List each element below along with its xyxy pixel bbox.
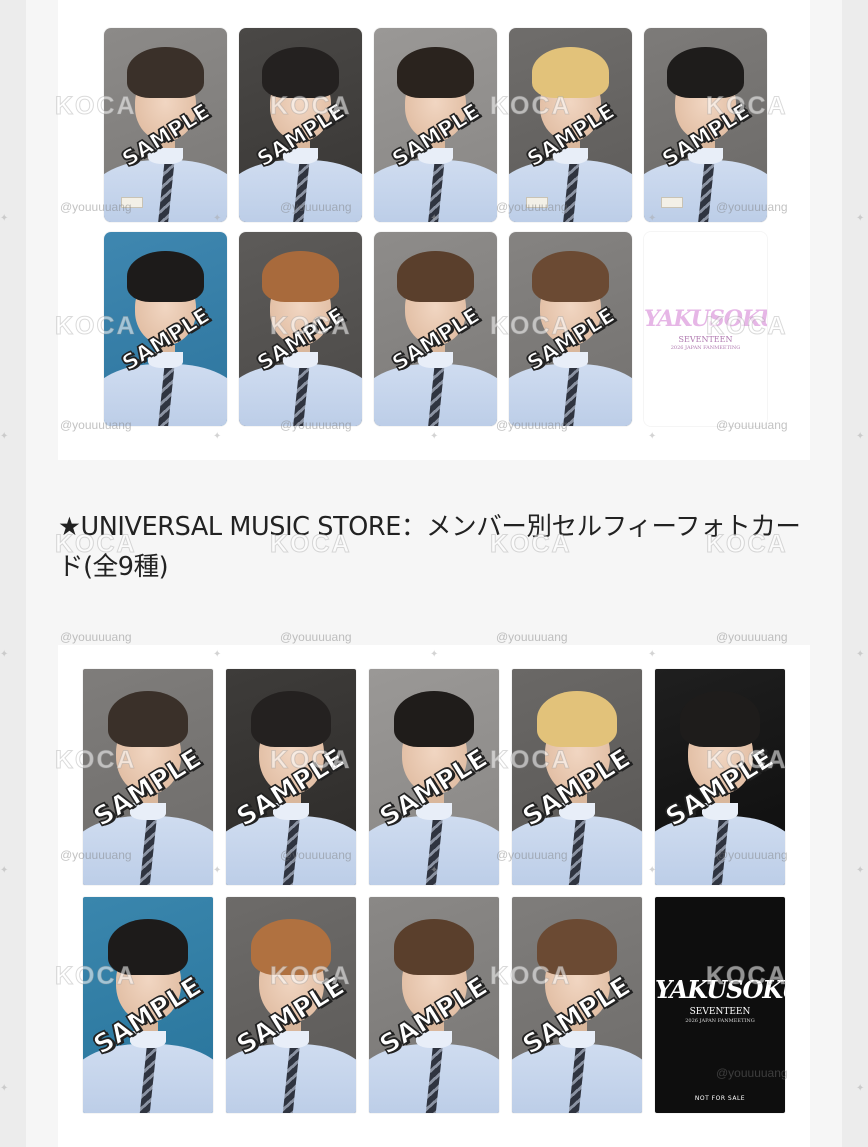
photocard-panel-1: SAMPLE SAMPLE SAMPLE SAMPLE SAMPLE SAMPLE SAMP…: [58, 0, 810, 460]
hair-shape: [127, 251, 204, 302]
hair-shape: [536, 918, 618, 975]
hair-shape: [262, 251, 339, 302]
sparkle-icon: ✦: [856, 1083, 865, 1094]
photocard[interactable]: SAMPLE: [509, 28, 632, 222]
hair-shape: [393, 690, 475, 747]
photocard[interactable]: SAMPLE: [239, 232, 362, 426]
hair-shape: [107, 918, 189, 975]
sparkle-icon: ✦: [856, 431, 865, 442]
hair-shape: [532, 47, 609, 98]
hair-shape: [393, 918, 475, 975]
name-tag: [121, 196, 143, 209]
hair-shape: [127, 47, 204, 98]
logo-title: YAKUSOKU: [655, 974, 785, 1004]
photocard[interactable]: SAMPLE: [239, 28, 362, 222]
logo-group-name: SEVENTEEN: [689, 1007, 751, 1018]
sparkle-icon: ✦: [0, 431, 9, 442]
photocard[interactable]: SAMPLE: [644, 28, 767, 222]
sparkle-icon: ✦: [0, 1083, 9, 1094]
logo-title: YAKUSOKU: [644, 305, 767, 332]
sparkle-icon: ✦: [0, 865, 9, 876]
photocard[interactable]: SAMPLE: [104, 28, 227, 222]
hair-shape: [532, 251, 609, 302]
not-for-sale-label: NOT FOR SALE: [694, 1095, 746, 1103]
photocard[interactable]: SAMPLE: [369, 669, 499, 885]
photocard[interactable]: SAMPLE: [83, 897, 213, 1113]
hair-shape: [397, 251, 474, 302]
photocard[interactable]: SAMPLE: [374, 232, 497, 426]
photocard[interactable]: SAMPLE: [226, 897, 356, 1113]
logo-group-name: SEVENTEEN: [678, 334, 733, 344]
sparkle-icon: ✦: [856, 213, 865, 224]
section-heading: ★UNIVERSAL MUSIC STORE：メンバー別セルフィーフォトカード(…: [58, 512, 801, 582]
hair-shape: [107, 690, 189, 747]
hair-shape: [250, 918, 332, 975]
photocard[interactable]: SAMPLE: [509, 232, 632, 426]
photocard[interactable]: SAMPLE: [655, 669, 785, 885]
hair-shape: [679, 690, 761, 747]
hair-shape: [536, 690, 618, 747]
logo-photocard[interactable]: YAKUSOKU SEVENTEEN2026 JAPAN FANMEETING NO…: [655, 897, 785, 1113]
hair-shape: [667, 47, 744, 98]
name-tag: [661, 196, 683, 209]
name-tag: [526, 196, 548, 209]
photocard[interactable]: SAMPLE: [512, 669, 642, 885]
photocard[interactable]: SAMPLE: [369, 897, 499, 1113]
logo-event-name: 2026 JAPAN FANMEETING: [670, 344, 741, 351]
sparkle-icon: ✦: [856, 865, 865, 876]
logo-photocard[interactable]: YAKUSOKU SEVENTEEN 2026 JAPAN FANMEETING: [644, 232, 767, 426]
logo-event-name: 2026 JAPAN FANMEETING: [685, 1017, 755, 1024]
photocard[interactable]: SAMPLE: [512, 897, 642, 1113]
photocard[interactable]: SAMPLE: [104, 232, 227, 426]
photocard[interactable]: SAMPLE: [374, 28, 497, 222]
hair-shape: [397, 47, 474, 98]
sparkle-icon: ✦: [856, 649, 865, 660]
photocard[interactable]: SAMPLE: [83, 669, 213, 885]
sparkle-icon: ✦: [0, 213, 9, 224]
photocard[interactable]: SAMPLE: [226, 669, 356, 885]
hair-shape: [250, 690, 332, 747]
photocard-panel-2: SAMPLE SAMPLE SAMPLE SAMPLE SAMPLE SAMPLE SAMP…: [58, 645, 810, 1147]
hair-shape: [262, 47, 339, 98]
sparkle-icon: ✦: [0, 649, 9, 660]
